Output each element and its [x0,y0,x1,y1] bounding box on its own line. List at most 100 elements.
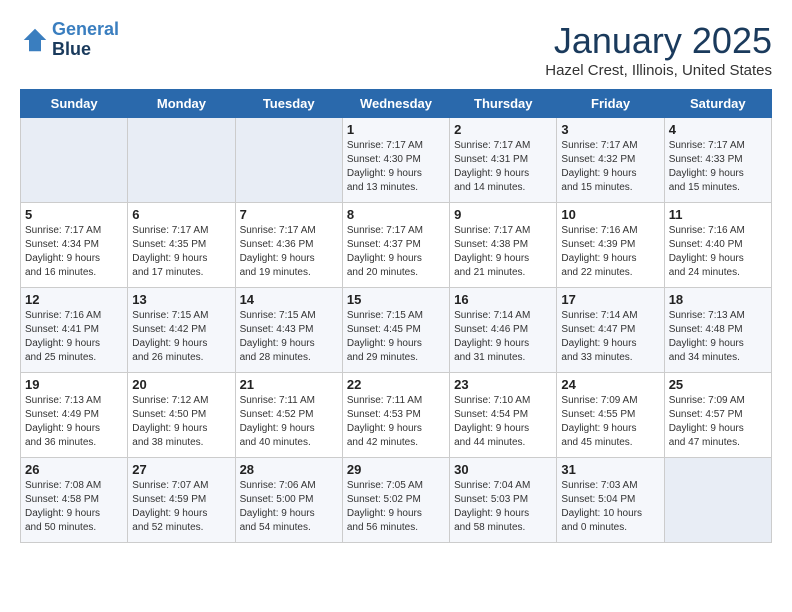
day-info: Sunrise: 7:17 AM Sunset: 4:30 PM Dayligh… [347,139,445,195]
calendar-cell [21,118,128,203]
calendar-cell: 31 Sunrise: 7:03 AM Sunset: 5:04 PM Dayli… [557,458,664,543]
day-info: Sunrise: 7:15 AM Sunset: 4:42 PM Dayligh… [132,309,230,365]
calendar-cell: 17 Sunrise: 7:14 AM Sunset: 4:47 PM Dayli… [557,288,664,373]
calendar-cell [235,118,342,203]
day-number: 11 [669,207,767,222]
calendar-cell: 15Sunrise: 7:15 AM Sunset: 4:45 PM Dayli… [342,288,449,373]
calendar-cell: 19 Sunrise: 7:13 AM Sunset: 4:49 PM Dayli… [21,373,128,458]
day-number: 17 [561,292,659,307]
calendar-week-row: 1 Sunrise: 7:17 AM Sunset: 4:30 PM Daylig… [21,118,772,203]
calendar-cell: 13 Sunrise: 7:15 AM Sunset: 4:42 PM Dayli… [128,288,235,373]
day-info: Sunrise: 7:03 AM Sunset: 5:04 PM Dayligh… [561,479,659,535]
day-number: 27 [132,462,230,477]
calendar-cell [128,118,235,203]
calendar-cell: 24 Sunrise: 7:09 AM Sunset: 4:55 PM Dayli… [557,373,664,458]
calendar-cell: 21 Sunrise: 7:11 AM Sunset: 4:52 PM Dayli… [235,373,342,458]
day-number: 5 [25,207,123,222]
calendar-cell: 6 Sunrise: 7:17 AM Sunset: 4:35 PM Daylig… [128,203,235,288]
day-number: 14 [240,292,338,307]
day-number: 1 [347,122,445,137]
day-number: 18 [669,292,767,307]
day-number: 31 [561,462,659,477]
calendar-cell: 20Sunrise: 7:12 AM Sunset: 4:50 PM Dayli… [128,373,235,458]
day-info: Sunrise: 7:17 AM Sunset: 4:32 PM Dayligh… [561,139,659,195]
page-header: GeneralBlue January 2025 Hazel Crest, Il… [20,20,772,79]
calendar-cell: 4 Sunrise: 7:17 AM Sunset: 4:33 PM Daylig… [664,118,771,203]
day-info: Sunrise: 7:16 AM Sunset: 4:39 PM Dayligh… [561,224,659,280]
calendar-cell: 3 Sunrise: 7:17 AM Sunset: 4:32 PM Daylig… [557,118,664,203]
day-info: Sunrise: 7:06 AM Sunset: 5:00 PM Dayligh… [240,479,338,535]
weekday-header: Wednesday [342,90,449,118]
logo-text: GeneralBlue [52,20,119,60]
day-number: 21 [240,377,338,392]
day-number: 13 [132,292,230,307]
logo-icon [20,25,50,55]
calendar-cell: 11 Sunrise: 7:16 AM Sunset: 4:40 PM Dayli… [664,203,771,288]
day-info: Sunrise: 7:17 AM Sunset: 4:33 PM Dayligh… [669,139,767,195]
day-info: Sunrise: 7:17 AM Sunset: 4:35 PM Dayligh… [132,224,230,280]
weekday-header: Tuesday [235,90,342,118]
calendar-week-row: 5 Sunrise: 7:17 AM Sunset: 4:34 PM Daylig… [21,203,772,288]
day-number: 4 [669,122,767,137]
day-number: 25 [669,377,767,392]
day-number: 10 [561,207,659,222]
day-info: Sunrise: 7:11 AM Sunset: 4:52 PM Dayligh… [240,394,338,450]
day-info: Sunrise: 7:12 AM Sunset: 4:50 PM Dayligh… [132,394,230,450]
day-info: Sunrise: 7:05 AM Sunset: 5:02 PM Dayligh… [347,479,445,535]
day-info: Sunrise: 7:16 AM Sunset: 4:41 PM Dayligh… [25,309,123,365]
calendar-cell: 26 Sunrise: 7:08 AM Sunset: 4:58 PM Dayli… [21,458,128,543]
day-info: Sunrise: 7:10 AM Sunset: 4:54 PM Dayligh… [454,394,552,450]
weekday-header: Monday [128,90,235,118]
calendar-cell: 29 Sunrise: 7:05 AM Sunset: 5:02 PM Dayli… [342,458,449,543]
day-info: Sunrise: 7:16 AM Sunset: 4:40 PM Dayligh… [669,224,767,280]
day-info: Sunrise: 7:08 AM Sunset: 4:58 PM Dayligh… [25,479,123,535]
day-number: 16 [454,292,552,307]
day-number: 23 [454,377,552,392]
weekday-header: Thursday [450,90,557,118]
day-info: Sunrise: 7:04 AM Sunset: 5:03 PM Dayligh… [454,479,552,535]
calendar-cell: 9 Sunrise: 7:17 AM Sunset: 4:38 PM Daylig… [450,203,557,288]
calendar-week-row: 26 Sunrise: 7:08 AM Sunset: 4:58 PM Dayli… [21,458,772,543]
day-number: 19 [25,377,123,392]
weekday-header: Saturday [664,90,771,118]
calendar-cell: 10 Sunrise: 7:16 AM Sunset: 4:39 PM Dayli… [557,203,664,288]
day-number: 6 [132,207,230,222]
day-number: 3 [561,122,659,137]
day-number: 9 [454,207,552,222]
calendar-cell: 7 Sunrise: 7:17 AM Sunset: 4:36 PM Daylig… [235,203,342,288]
day-info: Sunrise: 7:13 AM Sunset: 4:49 PM Dayligh… [25,394,123,450]
logo: GeneralBlue [20,20,119,60]
calendar-cell: 8 Sunrise: 7:17 AM Sunset: 4:37 PM Daylig… [342,203,449,288]
day-number: 22 [347,377,445,392]
day-info: Sunrise: 7:17 AM Sunset: 4:36 PM Dayligh… [240,224,338,280]
day-number: 15 [347,292,445,307]
calendar-cell: 16Sunrise: 7:14 AM Sunset: 4:46 PM Dayli… [450,288,557,373]
calendar-cell: 27Sunrise: 7:07 AM Sunset: 4:59 PM Dayli… [128,458,235,543]
month-title: January 2025 [545,20,772,62]
day-number: 8 [347,207,445,222]
calendar-table: SundayMondayTuesdayWednesdayThursdayFrid… [20,89,772,543]
title-section: January 2025 Hazel Crest, Illinois, Unit… [545,20,772,79]
day-number: 26 [25,462,123,477]
day-info: Sunrise: 7:14 AM Sunset: 4:47 PM Dayligh… [561,309,659,365]
day-number: 29 [347,462,445,477]
day-info: Sunrise: 7:17 AM Sunset: 4:38 PM Dayligh… [454,224,552,280]
day-info: Sunrise: 7:09 AM Sunset: 4:57 PM Dayligh… [669,394,767,450]
day-info: Sunrise: 7:11 AM Sunset: 4:53 PM Dayligh… [347,394,445,450]
day-number: 7 [240,207,338,222]
day-info: Sunrise: 7:17 AM Sunset: 4:37 PM Dayligh… [347,224,445,280]
day-number: 2 [454,122,552,137]
calendar-cell: 5 Sunrise: 7:17 AM Sunset: 4:34 PM Daylig… [21,203,128,288]
day-number: 28 [240,462,338,477]
weekday-header: Sunday [21,90,128,118]
calendar-cell: 23 Sunrise: 7:10 AM Sunset: 4:54 PM Dayli… [450,373,557,458]
day-info: Sunrise: 7:17 AM Sunset: 4:34 PM Dayligh… [25,224,123,280]
calendar-cell: 30Sunrise: 7:04 AM Sunset: 5:03 PM Dayli… [450,458,557,543]
weekday-header: Friday [557,90,664,118]
day-info: Sunrise: 7:09 AM Sunset: 4:55 PM Dayligh… [561,394,659,450]
calendar-cell [664,458,771,543]
calendar-cell: 18Sunrise: 7:13 AM Sunset: 4:48 PM Dayli… [664,288,771,373]
calendar-week-row: 19 Sunrise: 7:13 AM Sunset: 4:49 PM Dayli… [21,373,772,458]
day-number: 24 [561,377,659,392]
calendar-cell: 14Sunrise: 7:15 AM Sunset: 4:43 PM Dayli… [235,288,342,373]
